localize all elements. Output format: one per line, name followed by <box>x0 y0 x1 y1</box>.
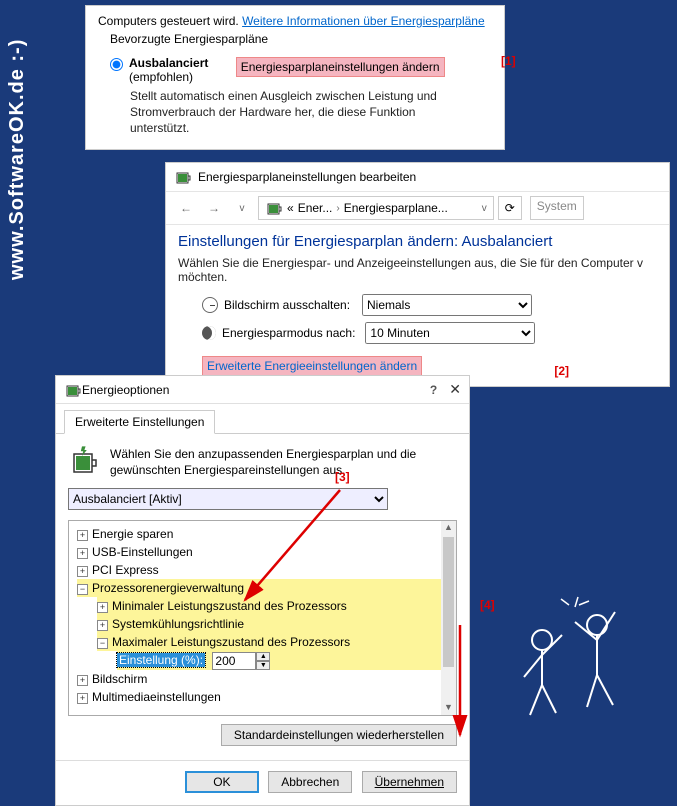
annotation-2: [2] <box>554 364 569 378</box>
history-dropdown[interactable]: v <box>230 196 254 220</box>
expand-button[interactable]: + <box>77 693 88 704</box>
help-button[interactable]: ? <box>430 383 437 397</box>
tab-advanced[interactable]: Erweiterte Einstellungen <box>64 410 215 434</box>
crumb-sep-icon: « <box>287 201 294 215</box>
sleep-after-label: Energiesparmodus nach: <box>222 326 355 340</box>
scroll-down-icon[interactable]: ▼ <box>441 701 456 715</box>
battery-icon <box>64 382 82 398</box>
annotation-3: [3] <box>335 470 350 484</box>
tree-node[interactable]: Systemkühlungsrichtlinie <box>112 617 244 631</box>
restore-defaults-button[interactable]: Standardeinstellungen wiederherstellen <box>221 724 457 746</box>
plan-label: Ausbalanciert(empfohlen) <box>129 56 208 84</box>
battery-icon <box>265 200 283 216</box>
scroll-up-icon[interactable]: ▲ <box>441 521 456 535</box>
apply-button[interactable]: Übernehmen <box>362 771 457 793</box>
nav-bar: ← → v « Ener... › Energiesparplane... v … <box>166 192 669 225</box>
intro-text: Computers gesteuert wird. <box>98 14 242 28</box>
settings-tree[interactable]: + Energie sparen + USB-Einstellungen + PCI … <box>68 520 457 716</box>
decorative-figures <box>487 545 647 765</box>
tree-node[interactable]: Bildschirm <box>92 672 147 686</box>
ok-button[interactable]: OK <box>185 771 259 793</box>
expand-button[interactable]: + <box>97 602 108 613</box>
plan-radio-balanced[interactable] <box>110 58 123 71</box>
plan-select[interactable]: Ausbalanciert [Aktiv] <box>68 488 388 510</box>
cancel-button[interactable]: Abbrechen <box>268 771 352 793</box>
watermark-text: www.SoftwareOK.de :-) <box>6 39 29 280</box>
spin-up[interactable]: ▲ <box>256 652 270 661</box>
collapse-button[interactable]: − <box>97 638 108 649</box>
expand-button[interactable]: + <box>77 548 88 559</box>
change-plan-settings-link[interactable]: Energiesparplaneinstellungen ändern <box>236 57 445 77</box>
battery-icon <box>174 169 192 185</box>
power-options-dialog: Energieoptionen ? ✕ Erweiterte Einstellu… <box>55 375 470 806</box>
display-off-label: Bildschirm ausschalten: <box>224 298 350 312</box>
sleep-icon <box>202 326 216 340</box>
setting-value-input[interactable] <box>212 652 256 670</box>
forward-button[interactable]: → <box>202 196 226 220</box>
tree-node[interactable]: Minimaler Leistungszustand des Prozessor… <box>112 599 347 613</box>
window-titlebar: Energiesparplaneinstellungen bearbeiten <box>166 163 669 192</box>
expand-button[interactable]: + <box>97 620 108 631</box>
back-button[interactable]: ← <box>174 196 198 220</box>
crumb-item[interactable]: Energiesparplane... <box>344 201 448 215</box>
power-options-panel: Computers gesteuert wird. Weitere Inform… <box>85 5 505 150</box>
tab-strip: Erweiterte Einstellungen <box>56 404 469 434</box>
tree-node[interactable]: Multimediaeinstellungen <box>92 690 221 704</box>
window-title: Energiesparplaneinstellungen bearbeiten <box>198 170 416 184</box>
setting-spinner[interactable]: ▲▼ <box>212 652 270 670</box>
expand-button[interactable]: + <box>77 530 88 541</box>
crumb-item[interactable]: Ener... <box>298 201 333 215</box>
search-input[interactable]: System <box>530 196 584 220</box>
collapse-button[interactable]: − <box>77 584 88 595</box>
tree-node-max-cpu[interactable]: Maximaler Leistungszustand des Prozessor… <box>112 635 350 649</box>
page-heading: Einstellungen für Energiesparplan ändern… <box>178 233 657 250</box>
display-off-select[interactable]: Niemals <box>362 294 532 316</box>
tree-node-cpu[interactable]: Prozessorenergieverwaltung <box>92 581 244 595</box>
tree-scrollbar[interactable]: ▲ ▼ <box>441 521 456 715</box>
edit-plan-window: Energiesparplaneinstellungen bearbeiten … <box>165 162 670 387</box>
spin-down[interactable]: ▼ <box>256 661 270 670</box>
setting-label[interactable]: Einstellung (%): <box>117 653 205 667</box>
plan-description: Stellt automatisch einen Ausgleich zwisc… <box>130 88 450 137</box>
chevron-down-icon: v <box>482 203 487 214</box>
close-button[interactable]: ✕ <box>449 381 461 398</box>
tree-node[interactable]: USB-Einstellungen <box>92 545 193 559</box>
dialog-intro: Wählen Sie den anzupassenden Energiespar… <box>110 446 457 478</box>
scroll-thumb[interactable] <box>443 537 454 667</box>
tree-node[interactable]: Energie sparen <box>92 527 173 541</box>
refresh-button[interactable]: ⟳ <box>498 196 522 220</box>
dialog-title: Energieoptionen <box>82 383 430 397</box>
expand-button[interactable]: + <box>77 675 88 686</box>
group-label: Bevorzugte Energiesparpläne <box>110 32 492 46</box>
battery-large-icon <box>68 446 100 478</box>
advanced-settings-link[interactable]: Erweiterte Energieeinstellungen ändern <box>202 356 422 376</box>
expand-button[interactable]: + <box>77 566 88 577</box>
sleep-after-select[interactable]: 10 Minuten <box>365 322 535 344</box>
more-info-link[interactable]: Weitere Informationen über Energiesparpl… <box>242 14 485 28</box>
chevron-right-icon: › <box>336 203 339 214</box>
annotation-1: [1] <box>501 54 516 68</box>
monitor-off-icon <box>202 297 218 313</box>
breadcrumb[interactable]: « Ener... › Energiesparplane... v <box>258 196 494 220</box>
page-subtext: Wählen Sie die Energiespar- und Anzeigee… <box>178 256 657 284</box>
tree-node[interactable]: PCI Express <box>92 563 159 577</box>
